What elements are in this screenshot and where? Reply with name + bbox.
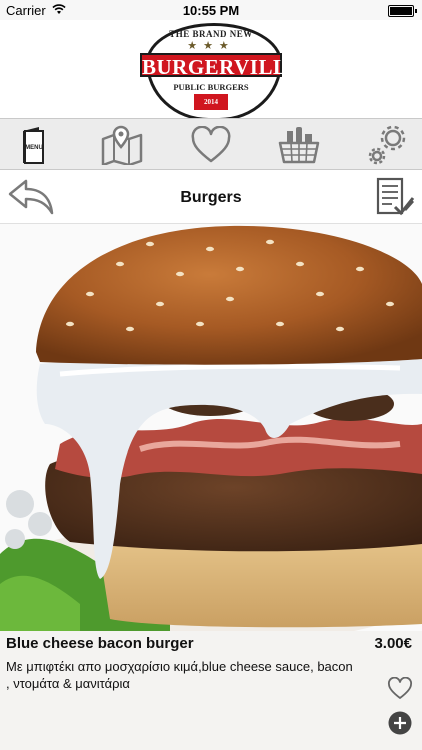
menu-icon-label: MENU bbox=[25, 145, 43, 151]
logo-tagline-top: THE BRAND NEW bbox=[169, 29, 253, 39]
basket-button[interactable] bbox=[276, 123, 322, 167]
favorites-button[interactable] bbox=[188, 123, 234, 167]
product-description: Με μπιφτέκι απο μοσχαρίσιο κιμά,blue che… bbox=[6, 659, 353, 691]
checklist-icon bbox=[376, 177, 415, 216]
burger-illustration bbox=[0, 225, 422, 631]
heart-icon bbox=[191, 126, 231, 163]
add-to-cart-button[interactable] bbox=[388, 711, 412, 735]
plus-circle-icon bbox=[388, 711, 412, 735]
settings-button[interactable] bbox=[364, 123, 410, 167]
menu-icon: MENU bbox=[23, 127, 44, 164]
product-name: Blue cheese bacon burger bbox=[6, 635, 194, 652]
favorite-button[interactable] bbox=[387, 676, 413, 701]
heart-outline-icon bbox=[388, 676, 412, 699]
order-list-button[interactable] bbox=[374, 176, 416, 218]
status-time: 10:55 PM bbox=[182, 3, 240, 18]
nav-bar: Burgers bbox=[0, 170, 422, 224]
map-icon bbox=[101, 125, 143, 165]
logo-stars-icon: ★★★ bbox=[187, 40, 235, 52]
product-info: Blue cheese bacon burger 3.00€ Με μπιφτέ… bbox=[0, 631, 422, 750]
menu-button[interactable]: MENU bbox=[10, 123, 56, 167]
settings-icon bbox=[368, 125, 406, 165]
app-header: THE BRAND NEW ★★★ BURGERVILLE PUBLIC BUR… bbox=[0, 20, 422, 121]
basket-icon bbox=[278, 127, 320, 164]
product-image bbox=[0, 224, 422, 631]
logo-est: 2014 bbox=[194, 94, 228, 110]
product-price: 3.00€ bbox=[374, 635, 412, 652]
battery-icon bbox=[388, 5, 417, 17]
main-toolbar: MENU bbox=[0, 118, 422, 170]
logo-tagline-bottom: PUBLIC BURGERS bbox=[173, 82, 249, 92]
map-button[interactable] bbox=[99, 123, 145, 167]
page-title: Burgers bbox=[180, 189, 242, 206]
burgerville-logo: THE BRAND NEW ★★★ BURGERVILLE PUBLIC BUR… bbox=[138, 20, 302, 121]
logo-brand: BURGERVILLE bbox=[140, 53, 302, 79]
status-bar: Carrier 10:55 PM bbox=[0, 0, 422, 20]
